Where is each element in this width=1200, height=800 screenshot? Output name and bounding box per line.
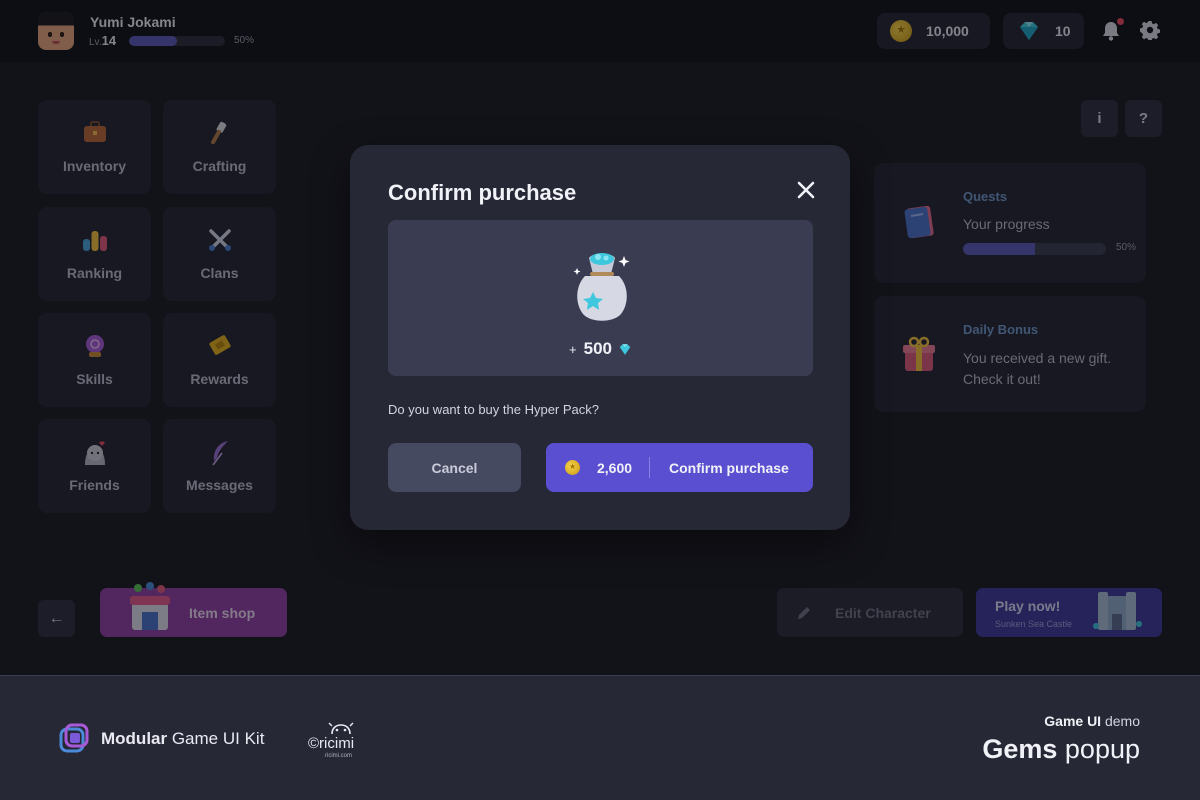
- ricimi-url: ricimi.com: [325, 753, 352, 759]
- coin-icon: [565, 460, 580, 475]
- reward-preview: + 500: [388, 220, 813, 376]
- button-divider: [649, 457, 650, 478]
- demo-subtitle: Game UI demo: [1044, 713, 1140, 729]
- modal-title: Confirm purchase: [388, 180, 577, 205]
- game-screen: Yumi Jokami Lv.14 50% 10,000 10: [0, 0, 1200, 675]
- purchase-question: Do you want to buy the Hyper Pack?: [388, 402, 600, 417]
- reward-amount-row: + 500: [388, 339, 813, 359]
- reward-amount: 500: [583, 339, 612, 358]
- modular-kit-logo-icon: [59, 723, 89, 753]
- confirm-purchase-modal: Confirm purchase + 500 Do you want to bu…: [350, 145, 850, 530]
- footer: Modular Game UI Kit ©ricimi ricimi.com G…: [0, 675, 1200, 800]
- confirm-purchase-label: Confirm purchase: [669, 460, 789, 476]
- gem-bag-icon: [573, 253, 630, 321]
- confirm-purchase-button[interactable]: 2,600 Confirm purchase: [546, 443, 813, 492]
- cancel-button[interactable]: Cancel: [388, 443, 521, 492]
- close-icon[interactable]: [794, 178, 818, 202]
- kit-name: Modular Game UI Kit: [101, 729, 265, 748]
- gem-icon: [619, 343, 631, 355]
- ricimi-brand: ©ricimi: [308, 735, 355, 752]
- purchase-price: 2,600: [597, 460, 633, 476]
- demo-title: Gems popup: [982, 734, 1140, 764]
- reward-plus: +: [569, 341, 577, 357]
